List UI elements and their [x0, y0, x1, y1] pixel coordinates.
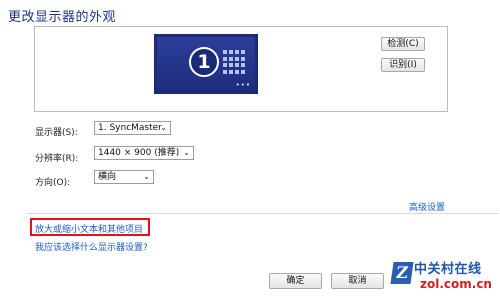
enlarge-text-link[interactable]: 放大或缩小文本和其他项目: [35, 222, 143, 235]
orientation-label: 方向(O):: [35, 178, 71, 188]
divider: [26, 213, 498, 214]
page-title: 更改显示器的外观: [8, 10, 117, 25]
cancel-button[interactable]: 取消: [331, 273, 384, 289]
identify-button[interactable]: 识别(I): [381, 58, 425, 72]
watermark: Z 中关村在线 zol.com.cn: [390, 256, 496, 296]
display-select[interactable]: 1. SyncMaster ⌄: [94, 121, 171, 135]
chevron-down-icon: ⌄: [160, 123, 167, 132]
display-preview-panel: 1 ••• 检测(C) 识别(I): [34, 26, 448, 112]
advanced-settings-link[interactable]: 高级设置: [409, 200, 445, 213]
orientation-select-value: 横向: [98, 172, 117, 182]
display-label: 显示器(S):: [35, 128, 78, 138]
resolution-select-value: 1440 × 900 (推荐): [98, 148, 180, 158]
detect-button[interactable]: 检测(C): [381, 37, 425, 51]
display-select-value: 1. SyncMaster: [98, 123, 162, 133]
watermark-domain: zol.com.cn: [420, 277, 492, 291]
resolution-select[interactable]: 1440 × 900 (推荐) ⌄: [94, 146, 194, 160]
help-link[interactable]: 我应该选择什么显示器设置?: [35, 240, 148, 253]
chevron-down-icon: ⌄: [183, 148, 190, 157]
chevron-down-icon: ⌄: [143, 172, 150, 181]
monitor-number-badge: 1: [189, 47, 219, 77]
start-tiles-icon: [223, 50, 245, 74]
resolution-label: 分辨率(R):: [35, 154, 79, 164]
orientation-select[interactable]: 横向 ⌄: [94, 170, 154, 184]
monitor-icon[interactable]: 1 •••: [154, 34, 258, 94]
monitor-dots: •••: [235, 81, 251, 89]
monitor-screen: 1 •••: [157, 37, 255, 91]
zol-logo-icon: Z: [390, 262, 414, 284]
ok-button[interactable]: 确定: [269, 273, 322, 289]
zol-logo-letter: Z: [394, 263, 410, 282]
watermark-site-name: 中关村在线: [414, 262, 482, 277]
